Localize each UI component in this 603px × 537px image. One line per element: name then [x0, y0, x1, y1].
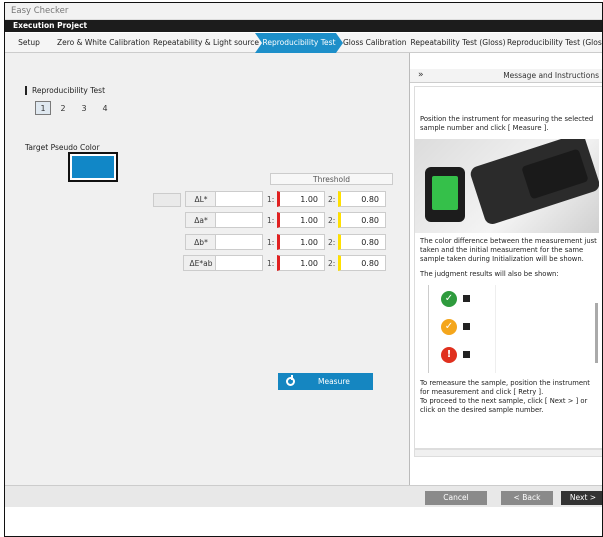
horizontal-scrollbar[interactable]	[414, 449, 602, 457]
step-zero-white-calibration[interactable]: Zero & White Calibration	[57, 33, 150, 53]
check-icon: ✓	[441, 291, 457, 307]
measure-button-label: Measure	[318, 377, 350, 386]
exclamation-icon: !	[441, 347, 457, 363]
step-setup[interactable]: Setup	[5, 33, 53, 53]
instruction-color-difference: The color difference between the measure…	[420, 237, 597, 263]
delta-a-threshold-2[interactable]: 0.80	[338, 212, 386, 228]
section-title: Reproducibility Test	[25, 86, 105, 95]
measure-button[interactable]: Measure	[278, 373, 373, 390]
delta-e-label: ΔE*ab	[183, 255, 219, 271]
threshold-1-index: 1:	[267, 238, 275, 247]
target-color-fill	[72, 156, 114, 178]
instruction-measure: Position the instrument for measuring th…	[420, 115, 594, 132]
delta-l-label: ΔL*	[185, 191, 217, 207]
instrument-photo	[415, 139, 599, 233]
delta-a-value	[215, 212, 263, 228]
step-gloss-calibration[interactable]: Gloss Calibration	[343, 33, 407, 53]
threshold-2-index: 2:	[328, 216, 336, 225]
threshold-2-index: 2:	[328, 259, 336, 268]
footer-bar: Cancel < Back Next >	[5, 485, 602, 507]
delta-b-label: Δb*	[185, 234, 217, 250]
threshold-2-index: 2:	[328, 238, 336, 247]
legend-square-icon	[463, 295, 470, 302]
instruction-retry: To remeasure the sample, position the in…	[420, 379, 590, 396]
instruction-next: To proceed to the next sample, click [ N…	[420, 397, 588, 414]
step-repeatability-test-gloss[interactable]: Repeatability Test (Gloss)	[409, 33, 507, 53]
delta-e-threshold-1[interactable]: 1.00	[277, 255, 325, 271]
delta-b-value	[215, 234, 263, 250]
threshold-1-index: 1:	[267, 259, 275, 268]
delta-l-threshold-2[interactable]: 0.80	[338, 191, 386, 207]
step-reproducibility-test[interactable]: Reproducibility Test	[255, 33, 343, 53]
target-color-label: Target Pseudo Color	[25, 143, 100, 152]
delta-e-threshold-2[interactable]: 0.80	[338, 255, 386, 271]
delta-e-value	[215, 255, 263, 271]
check-warning-icon: ✓	[441, 319, 457, 335]
message-title: Message and Instructions	[503, 71, 599, 80]
message-panel: » Message and Instructions Position the …	[409, 53, 602, 485]
threshold-1-index: 1:	[267, 216, 275, 225]
app-window: Easy Checker Execution Project Setup Zer…	[4, 2, 603, 537]
delta-l-value	[215, 191, 263, 207]
delta-a-threshold-1[interactable]: 1.00	[277, 212, 325, 228]
message-body: Position the instrument for measuring th…	[414, 86, 602, 449]
step-navigation: Setup Zero & White Calibration Repeatabi…	[5, 33, 602, 53]
row-toggle-button[interactable]	[153, 193, 181, 207]
judgment-legend: ✓ ✓ !	[428, 285, 496, 373]
back-button[interactable]: < Back	[501, 491, 553, 505]
step-reproducibility-test-gloss[interactable]: Reproducibility Test (Gloss)	[507, 33, 602, 53]
threshold-2-index: 2:	[328, 195, 336, 204]
sample-button-3[interactable]: 3	[76, 101, 92, 115]
next-button[interactable]: Next >	[561, 491, 602, 505]
legend-square-icon	[463, 351, 470, 358]
instruction-judgment: The judgment results will also be shown:	[420, 270, 559, 278]
delta-b-threshold-1[interactable]: 1.00	[277, 234, 325, 250]
project-label: Execution Project	[5, 20, 602, 32]
target-color-swatch	[68, 152, 118, 182]
message-header: » Message and Instructions	[410, 69, 602, 83]
threshold-1-index: 1:	[267, 195, 275, 204]
delta-l-threshold-1[interactable]: 1.00	[277, 191, 325, 207]
sample-button-2[interactable]: 2	[55, 101, 71, 115]
delta-a-label: Δa*	[185, 212, 217, 228]
cancel-button[interactable]: Cancel	[425, 491, 487, 505]
sample-button-4[interactable]: 4	[97, 101, 113, 115]
vertical-scrollbar[interactable]	[595, 303, 598, 363]
sample-button-1[interactable]: 1	[35, 101, 51, 115]
step-repeatability-light-source[interactable]: Repeatability & Light source	[153, 33, 259, 53]
device-screen-green	[432, 176, 458, 210]
threshold-header: Threshold	[270, 173, 393, 185]
power-icon	[286, 375, 295, 386]
collapse-icon[interactable]: »	[418, 70, 424, 80]
delta-b-threshold-2[interactable]: 0.80	[338, 234, 386, 250]
window-title: Easy Checker	[5, 3, 602, 20]
legend-square-icon	[463, 323, 470, 330]
